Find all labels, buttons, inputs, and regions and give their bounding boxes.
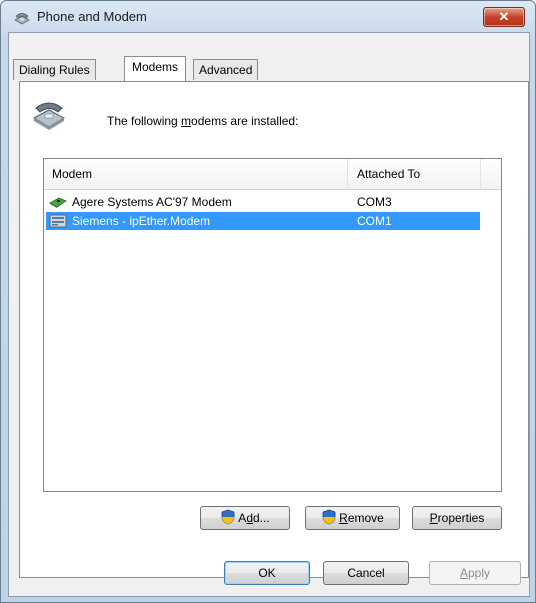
tab-advanced[interactable]: Advanced	[193, 59, 259, 80]
properties-button[interactable]: Properties	[412, 506, 502, 530]
modem-device-icon	[49, 214, 67, 228]
cancel-button[interactable]: Cancel	[323, 561, 409, 585]
modem-port: COM3	[357, 195, 392, 209]
modems-list[interactable]: Modem Attached To Agere Systems AC'97 Mo…	[43, 158, 502, 492]
dialog-window: Phone and Modem ✕ Dialing Rules Modems A…	[0, 0, 536, 603]
remove-button[interactable]: Remove	[305, 506, 400, 530]
add-button[interactable]: Add...	[200, 506, 290, 530]
window-title: Phone and Modem	[37, 9, 147, 24]
telephone-icon	[32, 102, 66, 130]
list-item[interactable]: Agere Systems AC'97 Modem COM3	[46, 193, 480, 211]
column-header-modem[interactable]: Modem	[44, 159, 348, 189]
tab-modems[interactable]: Modems	[124, 56, 187, 81]
tab-dialing-rules[interactable]: Dialing Rules	[13, 59, 96, 80]
modem-name: Agere Systems AC'97 Modem	[72, 195, 232, 209]
uac-shield-icon	[322, 509, 336, 525]
list-item[interactable]: Siemens - ipEther.Modem COM1	[46, 212, 480, 230]
modem-card-icon	[49, 197, 67, 208]
apply-button[interactable]: Apply	[429, 561, 521, 585]
modem-name: Siemens - ipEther.Modem	[72, 214, 211, 228]
title-bar[interactable]: Phone and Modem ✕	[1, 1, 535, 33]
list-header: Modem Attached To	[44, 159, 501, 190]
column-header-attached-to[interactable]: Attached To	[349, 159, 481, 189]
installed-modems-label: The following modems are installed:	[107, 114, 299, 128]
phone-modem-icon	[14, 13, 30, 25]
close-button[interactable]: ✕	[483, 7, 525, 27]
modem-port: COM1	[357, 214, 392, 228]
ok-button[interactable]: OK	[224, 561, 310, 585]
uac-shield-icon	[221, 509, 235, 525]
